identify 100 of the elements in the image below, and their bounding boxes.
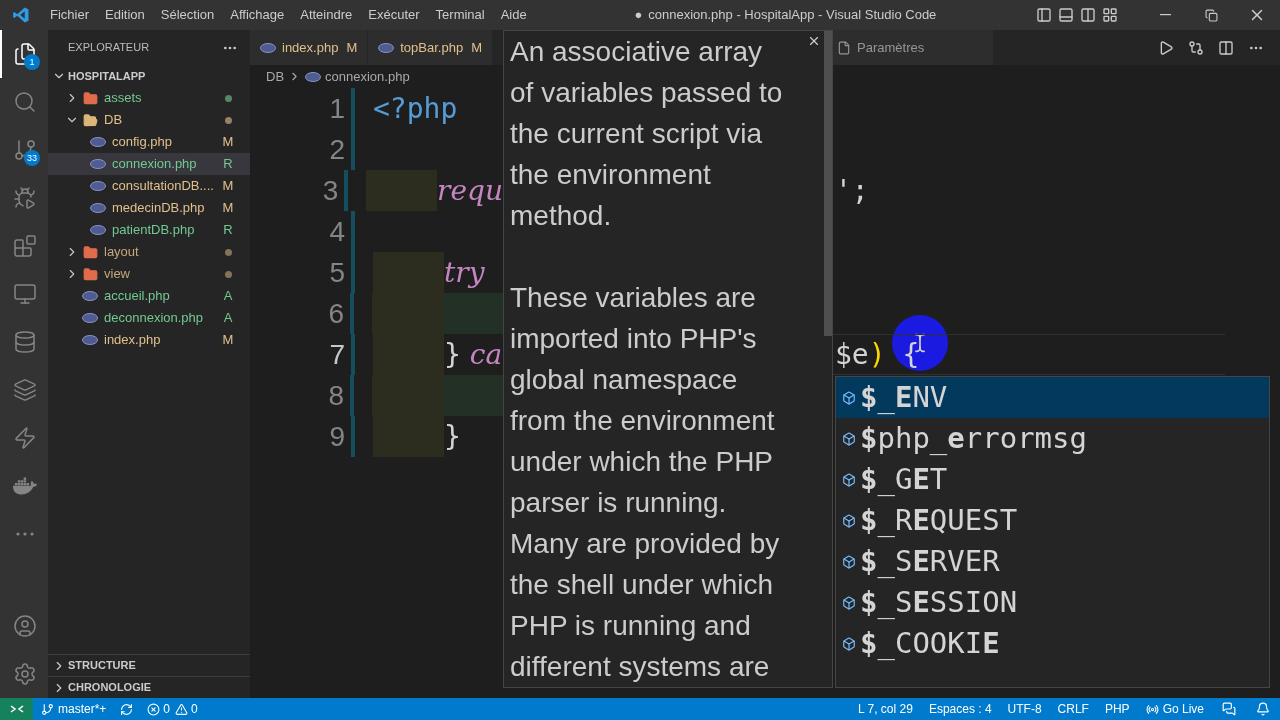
section-header[interactable]: HOSPITALAPP <box>48 65 250 87</box>
menu-item[interactable]: Aide <box>492 5 535 25</box>
sync-icon[interactable] <box>120 702 134 716</box>
file-row[interactable]: deconnexion.php A <box>48 307 250 329</box>
compare-icon[interactable] <box>1188 39 1204 56</box>
file-icon <box>378 42 395 53</box>
git-status: A <box>222 309 234 328</box>
code-token: '; <box>835 172 869 209</box>
item-label: DB <box>104 111 124 130</box>
remote-icon <box>9 702 24 716</box>
toggle-sidebar-icon[interactable] <box>1036 7 1052 23</box>
bug-play-icon <box>13 186 37 210</box>
status-item[interactable]: CRLF <box>1049 700 1097 718</box>
whale-icon <box>13 474 37 498</box>
git-status: R <box>222 221 234 240</box>
menu-item[interactable]: Affichage <box>222 5 293 25</box>
status-item[interactable]: L 7, col 29 <box>849 700 921 718</box>
status-item[interactable]: PHP <box>1096 700 1138 718</box>
restore-icon <box>1204 8 1218 22</box>
code-token: ) <box>868 336 886 373</box>
file-icon <box>90 137 106 147</box>
menu-item[interactable]: Sélection <box>152 5 223 25</box>
remote-button[interactable] <box>0 698 33 720</box>
panel-title: CHRONOLOGIE <box>68 680 152 696</box>
go-live-button[interactable]: Go Live <box>1137 700 1212 718</box>
item-label: view <box>104 265 131 284</box>
badge: 33 <box>24 150 40 166</box>
line-number: 6 <box>327 296 345 331</box>
folder-row[interactable]: DB <box>48 109 250 131</box>
warning-icon <box>175 702 189 716</box>
item-label: layout <box>104 243 140 262</box>
editor-tab[interactable]: topBar.php M <box>368 30 493 65</box>
suggestion-item[interactable]: $_SERVER <box>836 541 1269 582</box>
file-row[interactable]: medecinDB.php M <box>48 197 250 219</box>
file-row[interactable]: consultationDB.... M <box>48 175 250 197</box>
breadcrumb-item[interactable]: DB <box>266 66 285 87</box>
suggestion-item[interactable]: $_ENV <box>836 377 1269 418</box>
menu-item[interactable]: Edition <box>97 5 153 25</box>
layout-icon[interactable] <box>1102 7 1118 23</box>
hover-paragraph: These variables are imported into PHP's global namespace from the environment under which the PHP parser is running. Many are provided by the shell under which PHP is running and different systems are <box>510 281 781 684</box>
editor-tab[interactable]: Paramètres <box>833 30 993 65</box>
file-row[interactable]: patientDB.php R <box>48 219 250 241</box>
file-row[interactable]: config.php M <box>48 131 250 153</box>
file-icon <box>90 225 106 235</box>
account-icon <box>13 614 37 638</box>
notifications-icon[interactable] <box>1256 702 1270 716</box>
code-token: } <box>444 336 461 373</box>
problems-button[interactable]: 0 0 <box>139 700 206 718</box>
git-status: M <box>222 199 234 218</box>
activity-bar-item[interactable]: 33 <box>0 126 48 174</box>
line-number: 4 <box>328 214 345 249</box>
folder-row[interactable]: view <box>48 263 250 285</box>
file-row[interactable]: index.php M <box>48 329 250 351</box>
folder-row[interactable]: assets <box>48 87 250 109</box>
branch-button[interactable]: master*+ <box>33 700 115 718</box>
feedback-icon[interactable] <box>1222 702 1236 716</box>
error-icon <box>147 702 161 716</box>
item-label: assets <box>104 89 143 108</box>
file-row[interactable]: accueil.php A <box>48 285 250 307</box>
files-icon <box>13 42 37 66</box>
toggle-panel-icon[interactable] <box>1058 7 1074 23</box>
item-label: connexion.php <box>112 155 198 174</box>
git-status: M <box>222 133 234 152</box>
badge: 1 <box>24 54 40 70</box>
suggestion-item[interactable]: $_SESSION <box>836 582 1269 623</box>
editor-tab[interactable]: index.php M <box>250 30 369 65</box>
code-token: <?php <box>373 90 458 127</box>
suggestion-item[interactable]: $_COOKIE <box>836 623 1269 664</box>
file-icon <box>305 71 322 82</box>
breadcrumb-item[interactable]: connexion.php <box>325 66 410 87</box>
window-title: connexion.php - HospitalApp - Visual Studio Code <box>648 6 937 25</box>
status-item[interactable]: Espaces : 4 <box>920 700 1000 718</box>
menu-item[interactable]: Fichier <box>42 5 97 25</box>
lightning-icon <box>13 426 37 450</box>
run-icon[interactable] <box>1158 39 1174 56</box>
suggestion-item[interactable]: $_GET <box>836 459 1269 500</box>
menu-item[interactable]: Terminal <box>427 5 493 25</box>
menu-item[interactable]: Exécuter <box>360 5 428 25</box>
menu-item[interactable]: Atteindre <box>292 5 361 25</box>
line-number: 3 <box>321 173 339 208</box>
folder-row[interactable]: layout <box>48 241 250 263</box>
panel-header[interactable]: STRUCTURE <box>48 654 250 676</box>
variable-icon <box>842 390 856 405</box>
line-number: 8 <box>327 378 345 413</box>
split-editor-icon[interactable] <box>1218 39 1234 56</box>
file-icon <box>82 335 98 345</box>
line-number: 5 <box>328 255 345 290</box>
item-label: config.php <box>112 133 173 152</box>
git-status: A <box>222 287 234 306</box>
suggestion-item[interactable]: $_REQUEST <box>836 500 1269 541</box>
scrollbar[interactable] <box>824 31 832 336</box>
status-item[interactable]: UTF-8 <box>999 700 1050 718</box>
item-label: index.php <box>104 331 162 350</box>
line-number: 7 <box>328 337 345 372</box>
folder-icon <box>82 244 98 260</box>
git-status: M <box>222 331 234 350</box>
search-icon <box>13 90 37 114</box>
suggestion-item[interactable]: $php_errormsg <box>836 418 1269 459</box>
file-row[interactable]: connexion.php R <box>48 153 250 175</box>
toggle-secondary-sidebar-icon[interactable] <box>1080 7 1096 23</box>
